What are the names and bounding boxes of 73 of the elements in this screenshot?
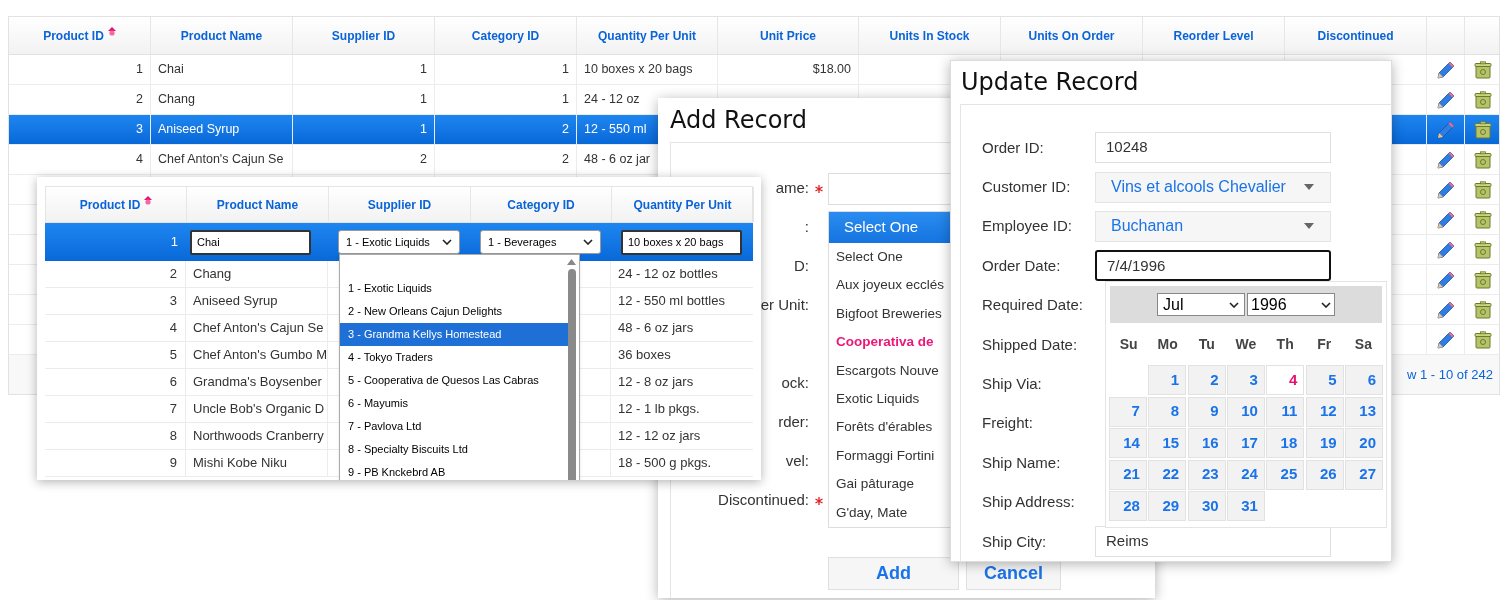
table-cell-text: 6 [169,373,177,392]
table-cell-text: 2 [169,265,177,284]
table-cell-text: 24 - 12 oz [584,91,640,109]
table-cell-text: 1 [420,91,427,109]
field-label: Shipped Date: [982,335,1078,353]
table-cell-text: Mishi Kobe Niku [193,454,287,473]
field-label: rder: [778,412,809,433]
table-cell-text: 12 - 8 oz jars [618,373,694,392]
field-label: D: [794,256,809,277]
field-label: Discontinued: [718,490,809,511]
field-label: Freight: [982,414,1033,432]
table-cell-text: Aniseed Syrup [193,292,278,311]
table-cell-text: 48 - 6 oz jars [618,319,694,338]
table-cell-text: 1 [562,61,569,79]
field-label: Ship City: [982,532,1047,550]
field-label: ock: [781,373,809,394]
table-cell-text: Chef Anton's Cajun Se [193,319,324,338]
table-cell-text: 18 - 500 g pkgs. [618,454,712,473]
table-cell-text: 48 - 6 oz jar [584,151,650,169]
table-cell-text: $18.00 [812,61,851,79]
table-cell-text: 1 [562,91,569,109]
field-label: Order Date: [982,256,1061,274]
field-label: er Unit: [760,295,809,316]
table-cell-text: Chef Anton's Gumbo M [193,346,327,365]
table-cell-text: 12 - 550 ml bottles [618,292,725,311]
table-cell-text: 36 boxes [618,346,671,365]
table-cell-text: 1 [420,61,427,79]
table-cell-text: 3 [136,121,143,139]
table-cell-text: 2 [562,121,569,139]
weekday-label: Su [1119,334,1138,354]
weekday-label: Tu [1198,334,1215,354]
weekday-label: We [1235,334,1257,354]
field-label: Ship Name: [982,453,1061,471]
weekday-label: Sa [1354,334,1372,354]
field-label: vel: [785,451,809,472]
field-label: Order ID: [982,138,1044,156]
field-label: Employee ID: [982,217,1073,235]
field-label: Ship Address: [982,493,1075,511]
table-cell-text: Uncle Bob's Organic D [193,400,325,419]
field-label: Required Date: [982,296,1083,314]
table-cell-text: 1 [170,233,178,252]
table-cell-text: Northwoods Cranberry [193,427,324,446]
pager-summary: w 1 - 10 of 242 [1407,365,1493,384]
table-cell-text: Chang [158,91,195,109]
table-cell-text: 2 [136,91,143,109]
table-cell-text: 8 [169,427,177,446]
table-cell-text: 12 - 12 oz jars [618,427,701,446]
field-label: Ship Via: [982,375,1042,393]
field-label: : [804,217,809,238]
table-cell-text: 12 - 1 lb pkgs. [618,400,700,419]
table-cell-text: 4 [169,319,177,338]
table-cell-text: Aniseed Syrup [158,121,240,139]
table-cell-text: 10 boxes x 20 bags [584,61,693,79]
field-label: ame: [775,178,809,199]
weekday-label: Th [1276,334,1294,354]
table-cell-text: 4 [136,151,143,169]
table-cell-text: 24 - 12 oz bottles [618,265,718,284]
table-cell-text: 12 - 550 ml [584,121,647,139]
table-cell-text: 5 [169,346,177,365]
table-cell-text: Chang [193,265,232,284]
field-label: Customer ID: [982,178,1071,196]
table-cell-text: 1 [136,61,143,79]
table-cell-text: 3 [169,292,177,311]
table-cell-text: Chef Anton's Cajun Se [158,151,284,169]
table-cell-text: 2 [562,151,569,169]
table-cell-text: Chai [158,61,184,79]
weekday-label: Mo [1157,334,1178,354]
table-cell-text: 7 [169,400,177,419]
table-cell-text: 2 [420,151,427,169]
table-cell-text: Grandma's Boysenber [193,373,322,392]
weekday-label: Fr [1317,334,1332,354]
table-cell-text: 1 [420,121,427,139]
table-cell-text: 9 [169,454,177,473]
